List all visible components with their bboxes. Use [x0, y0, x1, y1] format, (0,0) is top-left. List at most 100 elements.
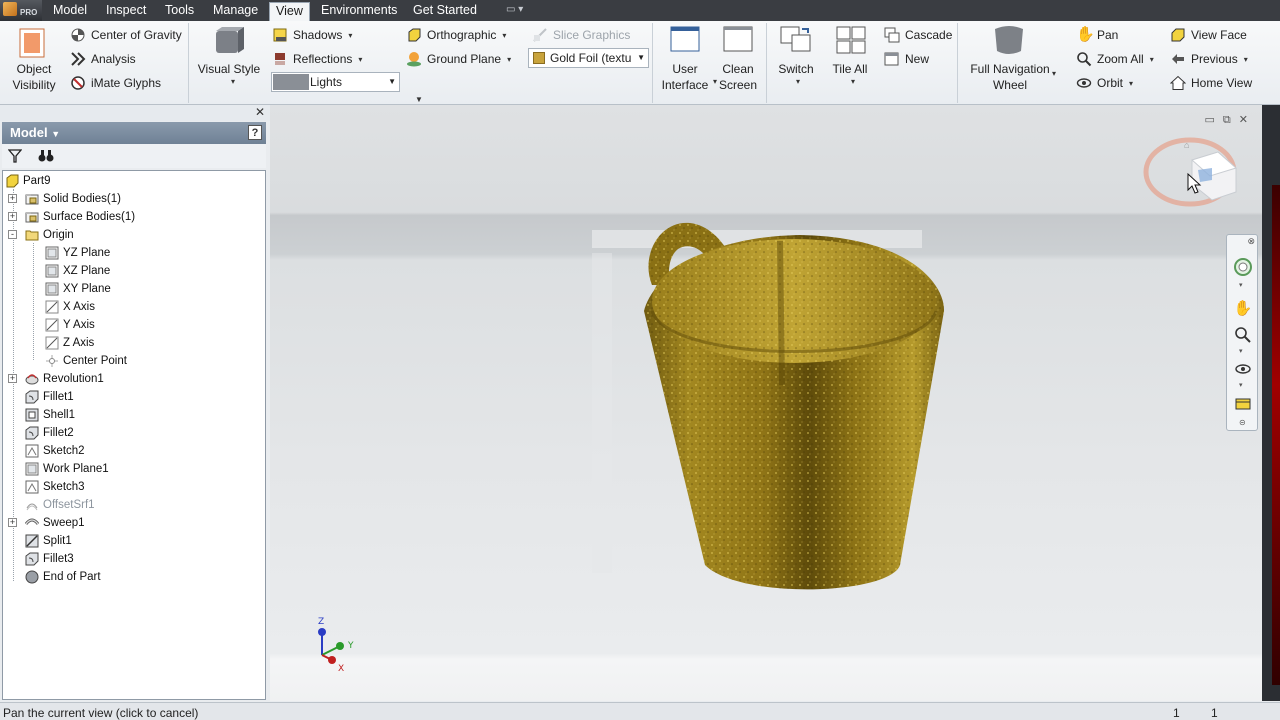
application-menu-button[interactable]: PRO	[0, 0, 42, 21]
tree-node-surface-bodies-1[interactable]: + Surface Bodies(1)	[8, 208, 135, 226]
tree-node-part9[interactable]: Part9	[5, 172, 51, 190]
appearance-value: Gold Foil (textu	[550, 51, 632, 65]
look-at-icon[interactable]	[1233, 393, 1253, 413]
center-of-gravity-button[interactable]: Center of Gravity	[70, 24, 182, 46]
cascade-button[interactable]: Cascade	[884, 24, 952, 46]
customize-icon[interactable]: ⊝	[1239, 418, 1246, 427]
ground-plane-button[interactable]: Ground Plane ▾	[406, 48, 511, 70]
inventor-logo-icon	[3, 2, 17, 16]
switch-dropdown-icon[interactable]: ▾	[796, 77, 800, 86]
tree-node-fillet3[interactable]: Fillet3	[25, 550, 74, 568]
chevron-down-icon[interactable]: ▾	[1239, 381, 1243, 389]
tree-node-label: XZ Plane	[63, 265, 111, 277]
panel-expand-arrow-icon[interactable]: ▼	[415, 95, 423, 104]
tree-node-label: Solid Bodies(1)	[43, 193, 121, 205]
tab-view[interactable]: View	[269, 2, 310, 21]
axis-icon	[45, 318, 63, 332]
view-face-label: View Face	[1191, 28, 1247, 42]
navigation-wheel-dropdown-icon[interactable]: ▾	[1052, 69, 1056, 78]
appearance-combo[interactable]: Gold Foil (textu ▼	[528, 48, 649, 68]
tree-node-solid-bodies-1[interactable]: + Solid Bodies(1)	[8, 190, 121, 208]
window-edge	[1262, 105, 1280, 701]
shadows-label: Shadows	[293, 28, 343, 42]
tree-node-sketch3[interactable]: Sketch3	[25, 478, 85, 496]
tree-node-revolution1[interactable]: + Revolution1	[8, 370, 104, 388]
view-face-button[interactable]: View Face	[1170, 24, 1247, 46]
previous-view-button[interactable]: Previous ▾	[1170, 48, 1248, 70]
browser-panel-header[interactable]: Model ▼ ?	[2, 122, 266, 144]
tile-all-button[interactable]: Tile All	[826, 61, 874, 77]
tree-node-work-plane1[interactable]: Work Plane1	[25, 460, 109, 478]
visual-style-button[interactable]: Visual Style	[196, 61, 262, 77]
orthographic-button[interactable]: Orthographic ▾	[406, 24, 506, 46]
chevron-down-icon[interactable]: ▾	[1239, 347, 1243, 355]
tree-node-sketch2[interactable]: Sketch2	[25, 442, 85, 460]
point-icon	[45, 354, 63, 368]
zoom-all-button[interactable]: Zoom All ▾	[1076, 48, 1154, 70]
close-icon[interactable]: ⊗	[1247, 236, 1255, 247]
orbit-icon[interactable]	[1233, 359, 1253, 379]
analysis-button[interactable]: Analysis	[70, 48, 136, 70]
tree-node-xz-plane[interactable]: XZ Plane	[45, 262, 110, 280]
visual-style-dropdown-icon[interactable]: ▾	[231, 77, 235, 86]
tree-node-z-axis[interactable]: Z Axis	[45, 334, 94, 352]
help-icon[interactable]: ?	[248, 125, 262, 140]
tree-node-label: Origin	[43, 229, 74, 241]
reflections-button[interactable]: Reflections ▾	[272, 48, 362, 70]
tree-node-split1[interactable]: Split1	[25, 532, 72, 550]
full-navigation-wheel-button[interactable]: Full Navigation Wheel	[966, 61, 1054, 93]
object-visibility-button[interactable]: Object Visibility	[6, 61, 62, 93]
hand-icon[interactable]: ✋	[1233, 299, 1253, 319]
shadows-icon	[273, 28, 287, 42]
filter-icon[interactable]	[8, 149, 22, 163]
clean-screen-button[interactable]: Clean Screen	[712, 61, 764, 93]
viewcube[interactable]: ⌂	[1140, 130, 1250, 225]
tab-inspect[interactable]: Inspect	[100, 2, 152, 21]
home-icon[interactable]: ⌂	[1184, 140, 1189, 150]
chevron-down-icon[interactable]: ▾	[1239, 281, 1243, 289]
tree-node-xy-plane[interactable]: XY Plane	[45, 280, 111, 298]
tab-model[interactable]: Model	[47, 2, 93, 21]
lighting-style-combo[interactable]: Lights ▼	[271, 72, 400, 92]
graphics-viewport[interactable]: ▭⧉✕ Z Y X	[270, 105, 1262, 701]
tree-node-yz-plane[interactable]: YZ Plane	[45, 244, 110, 262]
tree-node-x-axis[interactable]: X Axis	[45, 298, 95, 316]
tree-node-label: Fillet2	[43, 427, 74, 439]
tab-manage[interactable]: Manage	[207, 2, 264, 21]
tree-node-fillet1[interactable]: Fillet1	[25, 388, 74, 406]
tree-node-shell1[interactable]: Shell1	[25, 406, 75, 424]
slice-graphics-button[interactable]: Slice Graphics	[532, 24, 630, 46]
expand-plus-icon[interactable]: +	[8, 518, 17, 527]
expand-plus-icon[interactable]: +	[8, 374, 17, 383]
tree-node-y-axis[interactable]: Y Axis	[45, 316, 95, 334]
expand-plus-icon[interactable]: +	[8, 194, 17, 203]
pan-button[interactable]: ✋ Pan	[1076, 24, 1118, 46]
tile-all-dropdown-icon[interactable]: ▾	[851, 77, 855, 86]
close-panel-icon[interactable]: ✕	[255, 105, 265, 119]
tree-node-end-of-part[interactable]: End of Part	[25, 568, 101, 586]
tab-environments[interactable]: Environments	[315, 2, 403, 21]
clean-screen-icon	[723, 26, 753, 52]
collapse-minus-icon[interactable]: -	[8, 230, 17, 239]
home-view-button[interactable]: Home View	[1170, 72, 1252, 94]
gold-cup-model[interactable]	[630, 215, 950, 605]
tab-tools[interactable]: Tools	[159, 2, 200, 21]
switch-button[interactable]: Switch	[772, 61, 820, 77]
fillet-icon	[25, 426, 43, 440]
tree-node-origin[interactable]: - Origin	[8, 226, 74, 244]
shadows-button[interactable]: Shadows ▾	[272, 24, 352, 46]
zoom-icon[interactable]	[1233, 325, 1253, 345]
user-interface-button[interactable]: User Interface	[656, 61, 714, 93]
customize-toolbar-arrow-icon[interactable]: ▭ ▾	[506, 4, 523, 15]
tree-node-sweep1[interactable]: + Sweep1	[8, 514, 85, 532]
imate-glyphs-button[interactable]: iMate Glyphs	[70, 72, 161, 94]
tree-node-center-point[interactable]: Center Point	[45, 352, 127, 370]
expand-plus-icon[interactable]: +	[8, 212, 17, 221]
new-window-button[interactable]: New	[884, 48, 929, 70]
steering-wheel-icon[interactable]	[1233, 257, 1253, 277]
find-binoculars-icon[interactable]	[38, 149, 54, 163]
tree-node-fillet2[interactable]: Fillet2	[25, 424, 74, 442]
tree-node-offsetsrf1[interactable]: OffsetSrf1	[25, 496, 95, 514]
orbit-button[interactable]: Orbit ▾	[1076, 72, 1133, 94]
tab-get-started[interactable]: Get Started	[407, 2, 483, 21]
